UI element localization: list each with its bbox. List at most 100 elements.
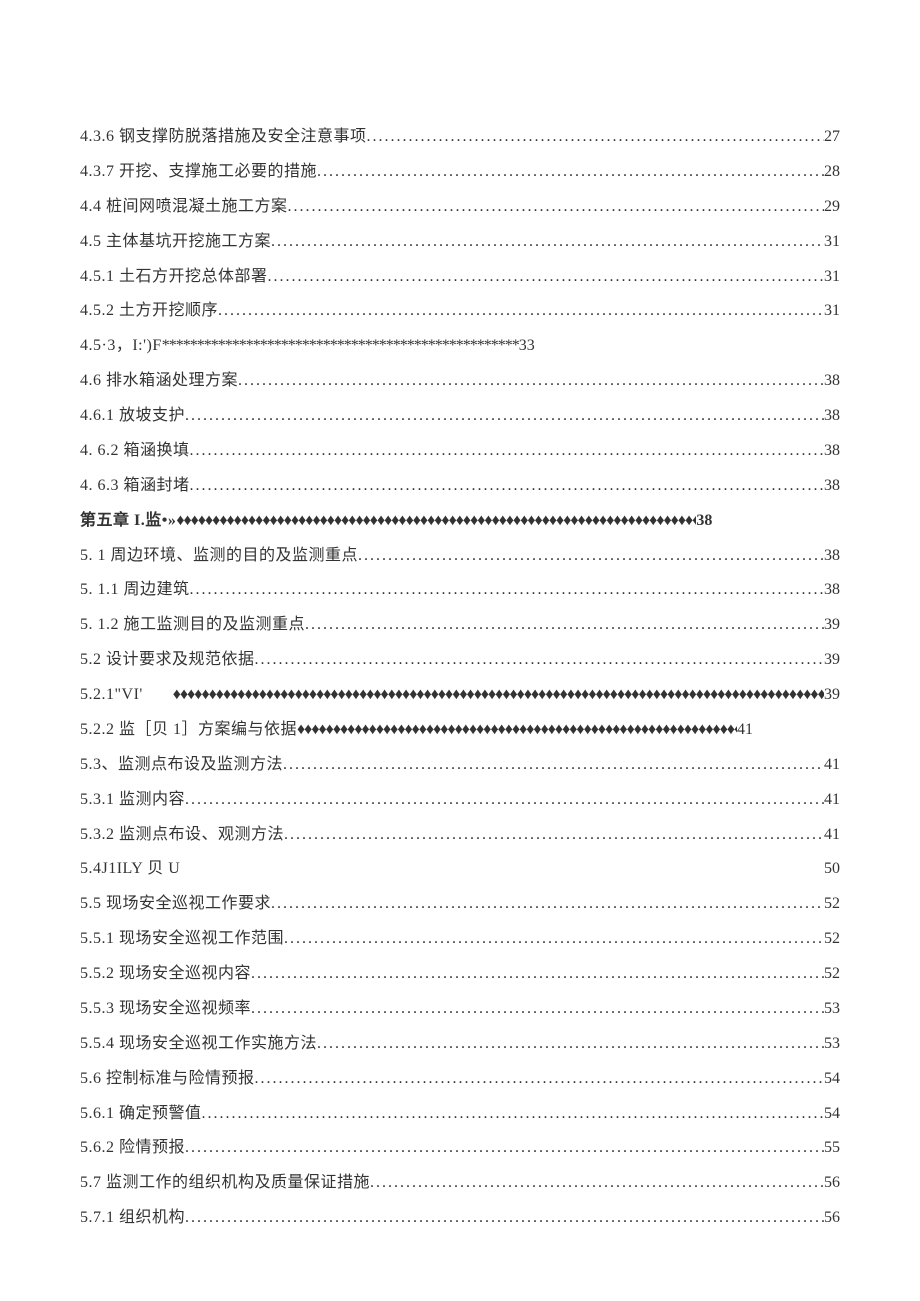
toc-page-number: 41	[824, 818, 840, 853]
toc-leader-diamonds	[297, 713, 737, 748]
toc-label: 4. 6.3 箱涵封堵	[80, 469, 190, 504]
toc-entry: 5.6 控制标准与险情预报54	[80, 1062, 840, 1097]
toc-label: 5.2.2 监［贝 1］方案编与依据	[80, 713, 297, 748]
toc-label: 5.2.1"VI'	[80, 678, 143, 713]
toc-entry: 5.2.2 监［贝 1］方案编与依据 41	[80, 713, 840, 748]
toc-label: 4.4 桩间网喷混凝土施工方案	[80, 190, 288, 225]
toc-label: 4.5.2 土方开挖顺序	[80, 294, 218, 329]
toc-entry: 5.6.2 险情预报 55	[80, 1131, 840, 1166]
toc-leader-dots	[271, 225, 824, 260]
toc-entry: 4.3.6 钢支撑防脱落措施及安全注意事项 27	[80, 120, 840, 155]
toc-entry: 4.3.7 开挖、支撑施工必要的措施 28	[80, 155, 840, 190]
toc-entry: 5.5.3 现场安全巡视频率 53	[80, 992, 840, 1027]
toc-page-number: 41	[824, 783, 840, 818]
toc-label: 5.4J1ILY 贝 U	[80, 852, 180, 887]
toc-page-number: 38	[824, 573, 840, 608]
toc-page-number: 54	[824, 1062, 840, 1097]
toc-leader-dots	[317, 1027, 824, 1062]
toc-page-number: 56	[824, 1201, 840, 1236]
toc-entry: 5.5.1 现场安全巡视工作范围 52	[80, 922, 840, 957]
toc-leader-dots	[367, 120, 824, 155]
toc-entry: 4.5.1 土石方开挖总体部署 31	[80, 260, 840, 295]
toc-label: 4.5 主体基坑开挖施工方案	[80, 225, 271, 260]
toc-label: 5.3、监测点布设及监测方法	[80, 748, 283, 783]
toc-page-number: 53	[824, 1027, 840, 1062]
toc-entry: 5.7 监测工作的组织机构及质量保证措施 56	[80, 1166, 840, 1201]
toc-leader-dots	[268, 260, 824, 295]
toc-entry: 5.3、监测点布设及监测方法 41	[80, 748, 840, 783]
toc-entry: 5.3.1 监测内容 41	[80, 783, 840, 818]
toc-page-number: 38	[824, 469, 840, 504]
toc-page-number: 31	[824, 294, 840, 329]
toc-leader-dots	[358, 539, 824, 574]
toc-label: 5.3.1 监测内容	[80, 783, 185, 818]
toc-label: 5.7 监测工作的组织机构及质量保证措施	[80, 1166, 370, 1201]
toc-leader-dots	[305, 608, 824, 643]
toc-page-number: 38	[696, 504, 712, 539]
toc-label: 5.5 现场安全巡视工作要求	[80, 887, 271, 922]
toc-page-number: 38	[824, 434, 840, 469]
toc-leader-dots	[218, 294, 824, 329]
toc-entry: 4. 6.2 箱涵换填 38	[80, 434, 840, 469]
toc-page-number: 38	[824, 364, 840, 399]
toc-label: 4. 6.2 箱涵换填	[80, 434, 190, 469]
toc-label: 第五章 I.监•»	[80, 504, 176, 539]
toc-entry: 5. 1.1 周边建筑 38	[80, 573, 840, 608]
toc-page-number: 28	[824, 155, 840, 190]
toc-page-number: 52	[824, 887, 840, 922]
toc-label: 4.5.1 土石方开挖总体部署	[80, 260, 268, 295]
toc-label: 5.5.3 现场安全巡视频率	[80, 992, 251, 1027]
toc-leader-dots	[271, 887, 824, 922]
toc-page-number: 53	[824, 992, 840, 1027]
toc-label: 4.3.6 钢支撑防脱落措施及安全注意事项	[80, 120, 367, 155]
toc-entry: 5.3.2 监测点布设、观测方法 41	[80, 818, 840, 853]
toc-label: 5.3.2 监测点布设、观测方法	[80, 818, 284, 853]
toc-page-number: 55	[824, 1131, 840, 1166]
toc-page-number: 50	[824, 852, 840, 887]
toc-label: 5.6.1 确定预警值	[80, 1097, 202, 1132]
toc-leader-dots	[185, 783, 824, 818]
toc-entry: 第五章 I.监•» 38	[80, 504, 840, 539]
toc-leader-dots	[251, 992, 824, 1027]
toc-leader-dots	[185, 399, 824, 434]
toc-page-number: 56	[824, 1166, 840, 1201]
toc-page: 4.3.6 钢支撑防脱落措施及安全注意事项 274.3.7 开挖、支撑施工必要的…	[0, 0, 920, 1296]
toc-entry: 5.5.4 现场安全巡视工作实施方法 53	[80, 1027, 840, 1062]
toc-label: 5. 1 周边环境、监测的目的及监测重点	[80, 539, 358, 574]
toc-label: 5.6.2 险情预报	[80, 1131, 185, 1166]
toc-entry: 4.5 主体基坑开挖施工方案 31	[80, 225, 840, 260]
toc-label: 4.5·3，I:')F	[80, 329, 162, 364]
toc-page-number: 41	[824, 748, 840, 783]
toc-label: 5. 1.2 施工监测目的及监测重点	[80, 608, 305, 643]
toc-page-number: 39	[824, 678, 840, 713]
toc-page-number: 41	[737, 713, 753, 748]
toc-leader-dots	[370, 1166, 824, 1201]
toc-page-number: 54	[824, 1097, 840, 1132]
toc-entry: 4.4 桩间网喷混凝土施工方案29	[80, 190, 840, 225]
toc-label: 4.6.1 放坡支护	[80, 399, 185, 434]
toc-entry: 5.7.1 组织机构 56	[80, 1201, 840, 1236]
toc-leader-dots	[190, 469, 824, 504]
toc-page-number: 38	[824, 539, 840, 574]
toc-page-number: 31	[824, 225, 840, 260]
toc-page-number: 39	[824, 608, 840, 643]
toc-entry: 5.6.1 确定预警值 54	[80, 1097, 840, 1132]
toc-page-number: 38	[824, 399, 840, 434]
toc-page-number: 39	[824, 643, 840, 678]
toc-entry: 5.4J1ILY 贝 U 50	[80, 852, 840, 887]
toc-leader-dots	[238, 364, 824, 399]
toc-leader-diamonds	[173, 678, 824, 713]
toc-page-number: 52	[824, 957, 840, 992]
toc-page-number: 27	[824, 120, 840, 155]
toc-entry: 5.2.1"VI' 39	[80, 678, 840, 713]
toc-page-number: 52	[824, 922, 840, 957]
toc-entry: 5.5 现场安全巡视工作要求 52	[80, 887, 840, 922]
toc-leader-diamonds	[176, 504, 696, 539]
toc-leader-dots	[185, 1131, 824, 1166]
toc-entry: 5. 1 周边环境、监测的目的及监测重点 38	[80, 539, 840, 574]
toc-entry: 4.5.2 土方开挖顺序 31	[80, 294, 840, 329]
toc-leader-dots	[255, 1062, 824, 1097]
toc-leader-stars: ****************************************…	[162, 329, 519, 364]
toc-label: 5.7.1 组织机构	[80, 1201, 185, 1236]
toc-leader-dots	[284, 818, 824, 853]
